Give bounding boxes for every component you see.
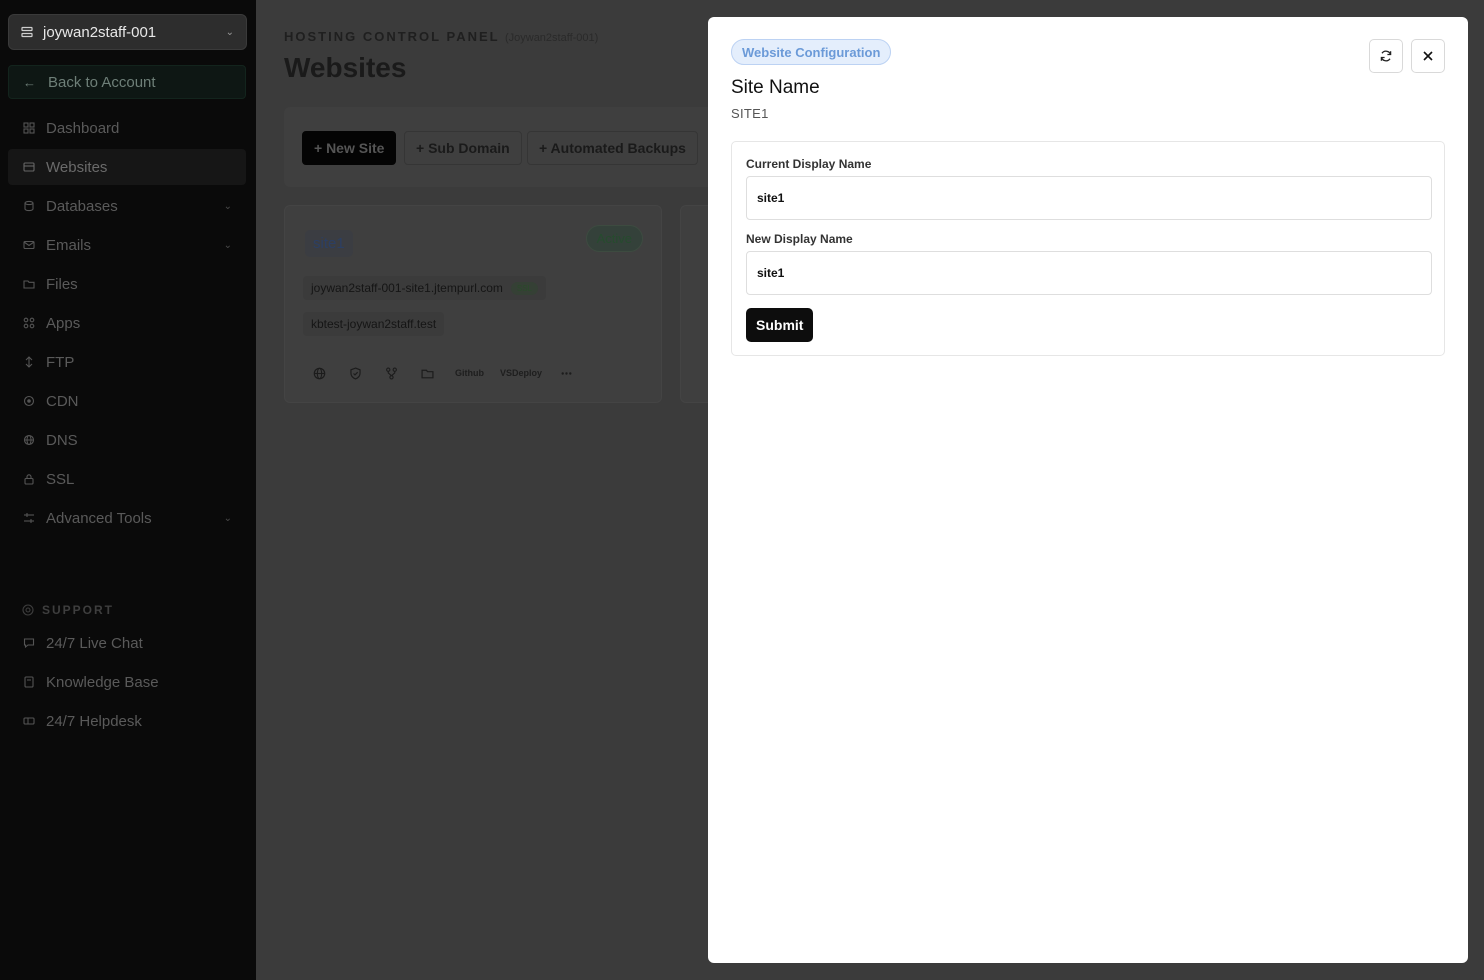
sidebar-item-helpdesk[interactable]: 24/7 Helpdesk — [8, 703, 246, 739]
new-display-name-input[interactable]: site1 — [746, 251, 1432, 295]
account-selector[interactable]: joywan2staff-001 ⌄ — [8, 14, 247, 50]
back-to-account-label: Back to Account — [48, 73, 156, 91]
new-display-name-label: New Display Name — [746, 232, 853, 246]
ticket-icon — [22, 714, 36, 728]
panel-kicker: HOSTING CONTROL PANEL (Joywan2staff-001) — [284, 29, 598, 44]
sidebar-item-label: SSL — [46, 470, 75, 488]
globe-action-icon[interactable] — [303, 358, 335, 388]
chevron-down-icon: ⌄ — [223, 239, 232, 251]
sidebar-item-label: Advanced Tools — [46, 509, 152, 527]
folder-icon — [22, 277, 36, 291]
current-display-name-label: Current Display Name — [746, 157, 872, 171]
sidebar-item-apps[interactable]: Apps — [8, 305, 246, 341]
websites-toolbar: + New Site + Sub Domain + Automated Back… — [284, 107, 724, 187]
sidebar-item-knowledge-base[interactable]: Knowledge Base — [8, 664, 246, 700]
sidebar-item-label: Websites — [46, 158, 108, 176]
sidebar-item-label: Apps — [46, 314, 81, 332]
tools-icon — [22, 511, 36, 525]
github-action-button[interactable]: Github — [447, 358, 492, 388]
modal-title: Site Name — [731, 77, 820, 98]
panel-kicker-text: HOSTING CONTROL PANEL — [284, 29, 500, 44]
modal-subtitle: SITE1 — [731, 106, 769, 121]
website-configuration-modal: Website Configuration Site Name SITE1 Cu… — [708, 17, 1468, 963]
chat-icon — [22, 636, 36, 650]
sidebar-item-ssl[interactable]: SSL — [8, 461, 246, 497]
sidebar-item-cdn[interactable]: CDN — [8, 383, 246, 419]
support-nav: 24/7 Live Chat Knowledge Base 24/7 Helpd… — [8, 625, 246, 742]
sidebar-item-live-chat[interactable]: 24/7 Live Chat — [8, 625, 246, 661]
panel-kicker-account: (Joywan2staff-001) — [504, 32, 599, 44]
chevron-down-icon: ⌄ — [223, 200, 232, 212]
sidebar-item-label: FTP — [46, 353, 75, 371]
chevron-down-icon: ⌄ — [223, 512, 232, 524]
server-icon — [21, 26, 33, 38]
sidebar-item-label: CDN — [46, 392, 79, 410]
sidebar-nav: Dashboard Websites Databases ⌄ Emails ⌄ … — [8, 110, 246, 539]
ftp-icon — [22, 355, 36, 369]
domain-host: kbtest-joywan2staff.test — [311, 317, 437, 331]
sub-domain-button[interactable]: + Sub Domain — [404, 131, 522, 165]
sidebar-item-label: Databases — [46, 197, 118, 215]
refresh-icon — [1379, 49, 1393, 63]
dashboard-icon — [22, 121, 36, 135]
cdn-icon — [22, 394, 36, 408]
apps-icon — [22, 316, 36, 330]
dns-icon — [22, 433, 36, 447]
sidebar-item-label: Files — [46, 275, 78, 293]
close-icon — [1422, 50, 1434, 62]
database-icon — [22, 199, 36, 213]
ssl-tag: SSL — [510, 281, 538, 295]
new-site-button[interactable]: + New Site — [302, 131, 397, 165]
sidebar-item-files[interactable]: Files — [8, 266, 246, 302]
sidebar-item-dashboard[interactable]: Dashboard — [8, 110, 246, 146]
websites-icon — [22, 160, 36, 174]
status-badge: Active — [585, 225, 643, 252]
sidebar-item-databases[interactable]: Databases ⌄ — [8, 188, 246, 224]
site-name-link[interactable]: site1 — [305, 230, 353, 257]
vsdeploy-action-button[interactable]: VSDeploy — [492, 358, 550, 388]
git-branch-action-icon[interactable] — [375, 358, 407, 388]
site-name-form: Current Display Name site1 New Display N… — [731, 141, 1445, 356]
sidebar-item-label: Emails — [46, 236, 92, 254]
submit-button[interactable]: Submit — [746, 308, 814, 342]
account-name: joywan2staff-001 — [43, 23, 157, 41]
sidebar: joywan2staff-001 ⌄ ← Back to Account Das… — [0, 0, 256, 980]
back-to-account-link[interactable]: ← Back to Account — [8, 65, 246, 99]
support-label-text: SUPPORT — [42, 603, 115, 617]
sidebar-item-emails[interactable]: Emails ⌄ — [8, 227, 246, 263]
more-options-icon[interactable] — [550, 358, 582, 388]
help-icon — [22, 604, 34, 616]
arrow-left-icon: ← — [23, 74, 36, 90]
chevron-down-icon: ⌄ — [225, 26, 234, 38]
folder-action-icon[interactable] — [411, 358, 443, 388]
book-icon — [22, 675, 36, 689]
sidebar-item-label: 24/7 Helpdesk — [46, 712, 142, 730]
site-card: site1 Active joywan2staff-001-site1.jtem… — [284, 205, 662, 403]
sidebar-item-label: 24/7 Live Chat — [46, 634, 143, 652]
sidebar-item-label: DNS — [46, 431, 78, 449]
configuration-badge: Website Configuration — [731, 39, 892, 65]
close-button[interactable] — [1411, 39, 1445, 73]
sidebar-item-label: Knowledge Base — [46, 673, 159, 691]
domain-row[interactable]: joywan2staff-001-site1.jtempurl.com SSL — [303, 276, 546, 300]
lock-icon — [22, 472, 36, 486]
site-card-actions: Github VSDeploy — [303, 358, 586, 388]
sidebar-item-advanced-tools[interactable]: Advanced Tools ⌄ — [8, 500, 246, 536]
sidebar-item-ftp[interactable]: FTP — [8, 344, 246, 380]
support-section-label: SUPPORT — [22, 603, 114, 617]
refresh-button[interactable] — [1369, 39, 1403, 73]
sidebar-item-websites[interactable]: Websites — [8, 149, 246, 185]
current-display-name-field[interactable]: site1 — [746, 176, 1432, 220]
automated-backups-button[interactable]: + Automated Backups — [527, 131, 698, 165]
mail-icon — [22, 238, 36, 252]
page-title: Websites — [284, 52, 407, 83]
sidebar-item-label: Dashboard — [46, 119, 120, 137]
sidebar-item-dns[interactable]: DNS — [8, 422, 246, 458]
domain-row[interactable]: kbtest-joywan2staff.test — [303, 312, 445, 336]
shield-action-icon[interactable] — [339, 358, 371, 388]
domain-host: joywan2staff-001-site1.jtempurl.com — [311, 281, 503, 295]
